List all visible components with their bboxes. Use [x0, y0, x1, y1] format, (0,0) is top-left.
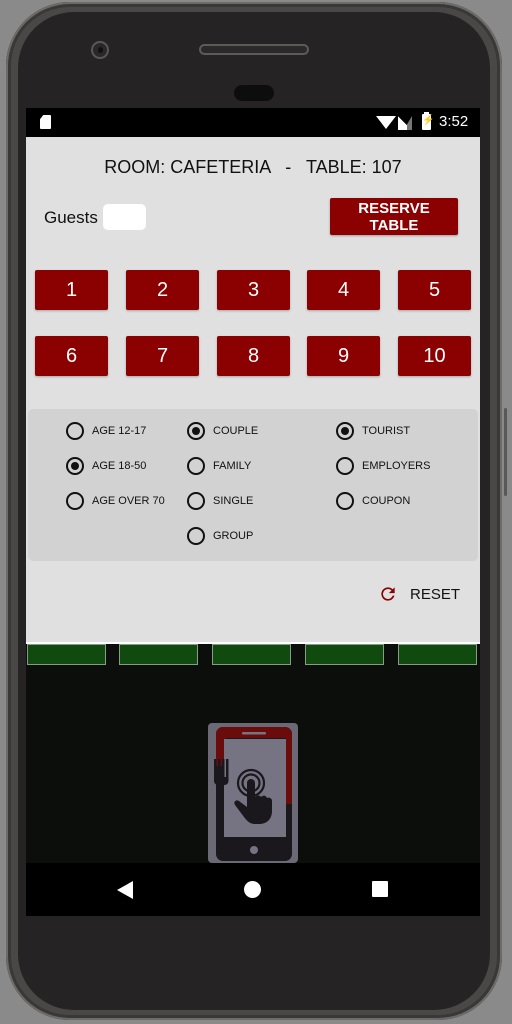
recents-icon[interactable]: [372, 881, 388, 897]
table-status-cell[interactable]: [212, 644, 291, 665]
earpiece-speaker: [199, 44, 309, 55]
radio-age-12-17[interactable]: AGE 12-17: [66, 422, 146, 440]
table-status-strip: [26, 644, 480, 667]
radio-label: SINGLE: [213, 495, 254, 507]
number-button-3[interactable]: 3: [217, 270, 290, 310]
screen: 3:52 ROOM: CAFETERIA - TABLE: 107 Guests…: [26, 108, 480, 916]
guests-input[interactable]: [103, 204, 146, 230]
radio-family[interactable]: FAMILY: [187, 457, 251, 475]
reset-button[interactable]: RESET: [378, 584, 460, 604]
number-button-1[interactable]: 1: [35, 270, 108, 310]
radio-circle: [336, 422, 354, 440]
radio-age-over-70[interactable]: AGE OVER 70: [66, 492, 165, 510]
radio-label: TOURIST: [362, 425, 411, 437]
radio-coupon[interactable]: COUPON: [336, 492, 410, 510]
radio-label: FAMILY: [213, 460, 252, 472]
page-title: ROOM: CAFETERIA - TABLE: 107: [104, 157, 402, 177]
signal-icon: [398, 116, 412, 130]
power-button: [504, 408, 507, 496]
radio-label: EMPLOYERS: [362, 460, 431, 472]
radio-label: AGE OVER 70: [92, 495, 165, 507]
guests-label: Guests: [44, 208, 98, 227]
table-status-cell[interactable]: [119, 644, 198, 665]
radio-employers[interactable]: EMPLOYERS: [336, 457, 430, 475]
refresh-icon: [381, 587, 395, 601]
number-button-5[interactable]: 5: [398, 270, 471, 310]
radio-circle: [336, 492, 354, 510]
battery-charging-icon: [422, 112, 434, 130]
reset-label: RESET: [410, 585, 461, 603]
number-button-8[interactable]: 8: [217, 336, 290, 376]
radio-circle: [187, 422, 205, 440]
radio-label: COUPLE: [213, 425, 259, 437]
radio-label: GROUP: [213, 530, 254, 542]
clock: 3:52: [439, 113, 469, 130]
number-button-2[interactable]: 2: [126, 270, 199, 310]
home-icon[interactable]: [244, 881, 261, 898]
table-status-cell[interactable]: [27, 644, 106, 665]
radio-circle: [66, 422, 84, 440]
radio-label: AGE 18-50: [92, 460, 147, 472]
navigation-bar: [26, 863, 480, 916]
number-button-9[interactable]: 9: [307, 336, 380, 376]
options-group: AGE 12-17 AGE 18-50 AGE OVER 70 COUPLE F…: [28, 409, 478, 561]
radio-circle: [187, 457, 205, 475]
reserve-table-button[interactable]: RESERVE TABLE: [330, 198, 458, 235]
number-button-10[interactable]: 10: [398, 336, 471, 376]
radio-circle: [66, 492, 84, 510]
radio-single[interactable]: SINGLE: [187, 492, 253, 510]
number-button-4[interactable]: 4: [307, 270, 380, 310]
wifi-icon: [376, 116, 396, 129]
status-bar: 3:52: [26, 108, 480, 137]
number-button-7[interactable]: 7: [126, 336, 199, 376]
radio-circle: [66, 457, 84, 475]
table-status-cell[interactable]: [398, 644, 477, 665]
radio-group[interactable]: GROUP: [187, 527, 253, 545]
sd-card-icon: [40, 115, 51, 129]
reservation-panel: ROOM: CAFETERIA - TABLE: 107 Guests RESE…: [26, 137, 480, 644]
radio-label: AGE 12-17: [92, 425, 147, 437]
radio-tourist[interactable]: TOURIST: [336, 422, 410, 440]
radio-circle: [336, 457, 354, 475]
number-button-6[interactable]: 6: [35, 336, 108, 376]
radio-circle: [187, 492, 205, 510]
table-status-cell[interactable]: [305, 644, 384, 665]
front-camera: [91, 41, 109, 59]
radio-circle: [187, 527, 205, 545]
radio-label: COUPON: [362, 495, 411, 507]
radio-age-18-50[interactable]: AGE 18-50: [66, 457, 146, 475]
back-icon[interactable]: [117, 881, 133, 899]
radio-couple[interactable]: COUPLE: [187, 422, 258, 440]
proximity-sensor: [234, 85, 274, 101]
phone-touch-fork-logo: [208, 723, 298, 863]
